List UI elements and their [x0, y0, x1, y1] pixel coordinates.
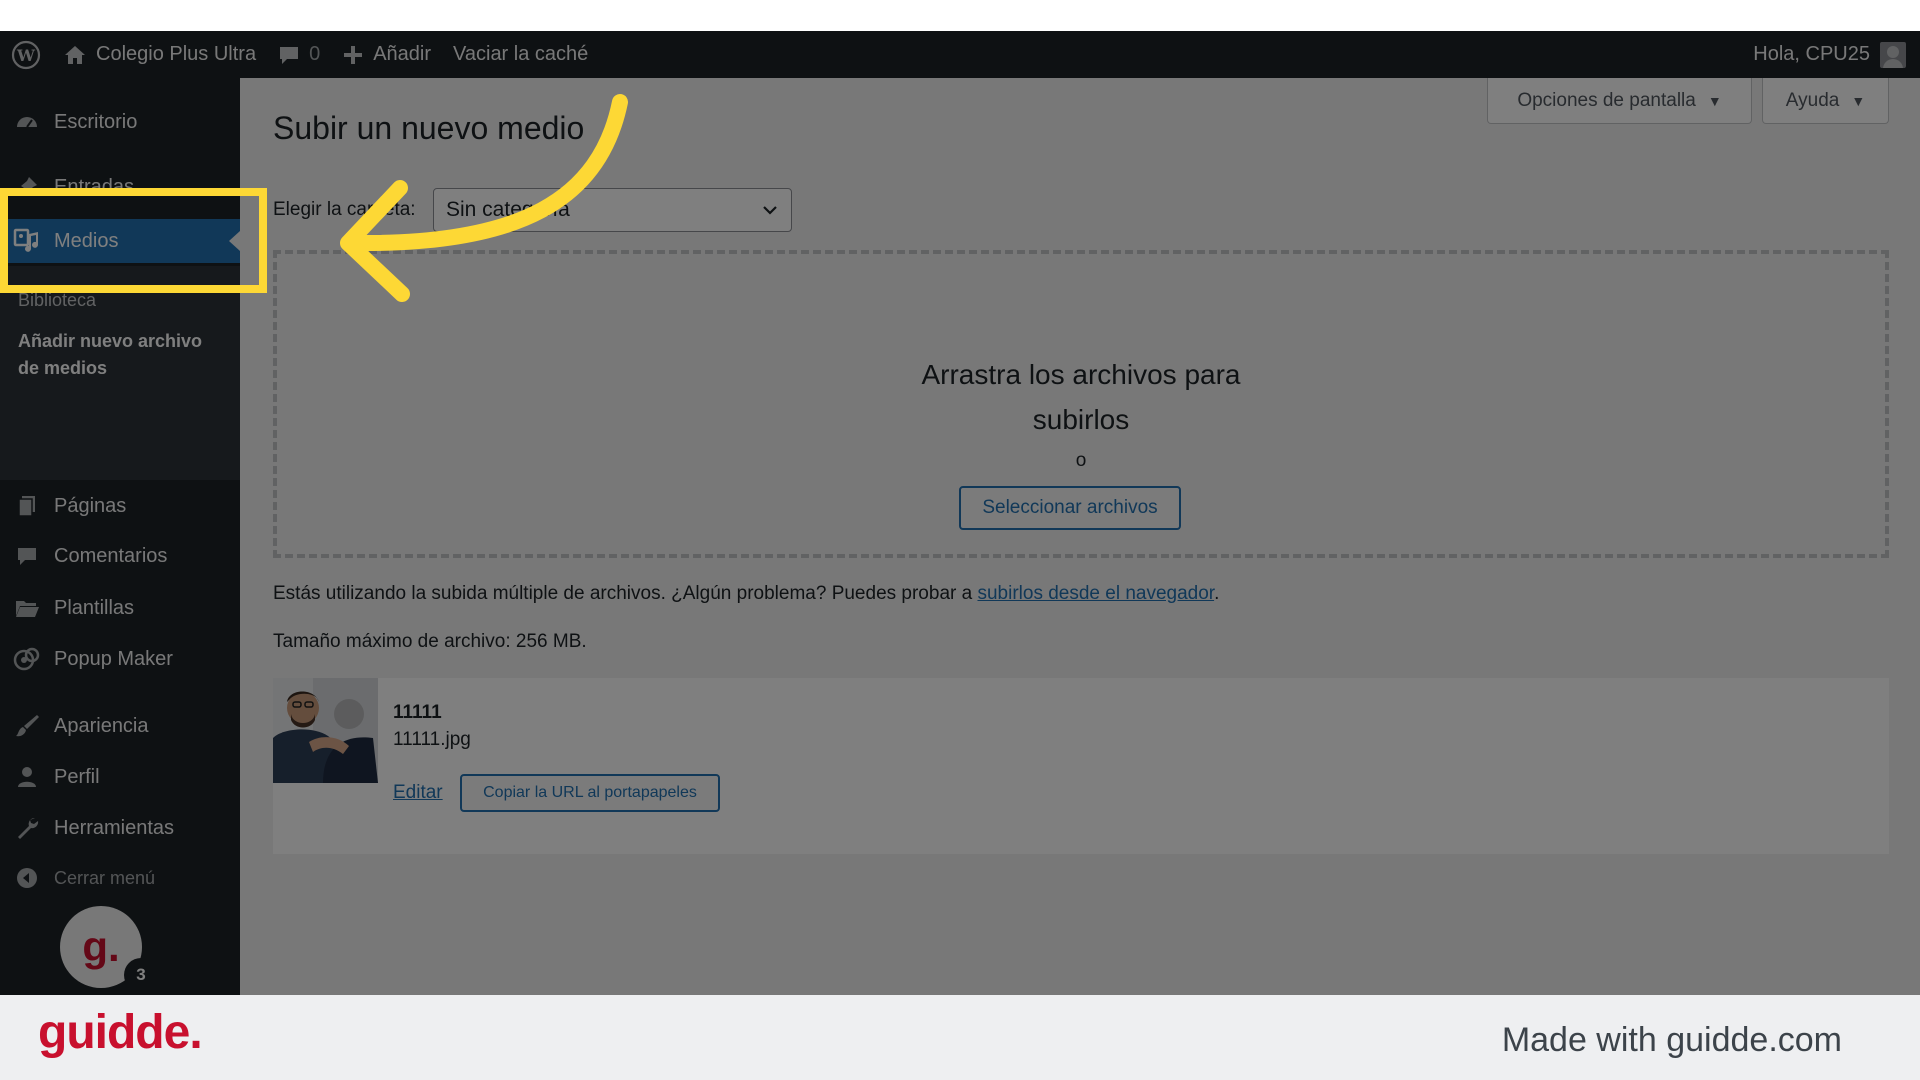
comments-count: 0 [309, 43, 321, 65]
made-with-text: Made with guidde.com [1501, 1021, 1842, 1059]
chevron-down-icon [763, 206, 777, 215]
howdy-text: Hola, CPU25 [1753, 43, 1870, 65]
sidebar-item-label: Escritorio [54, 110, 138, 133]
pages-icon [13, 492, 41, 520]
comment-icon [13, 542, 41, 570]
user-icon [13, 763, 41, 791]
screen-options-label: Opciones de pantalla [1517, 89, 1696, 111]
svg-text:W: W [16, 46, 36, 65]
sidebar-item-label: Popup Maker [54, 647, 173, 670]
brush-icon [13, 712, 41, 740]
select-files-button[interactable]: Seleccionar archivos [959, 486, 1181, 530]
notification-badge: 3 [124, 958, 158, 992]
media-title: 11111 [393, 702, 442, 723]
add-new-link[interactable]: Añadir [331, 31, 442, 78]
highlight-box [0, 188, 267, 293]
wrench-icon [13, 814, 41, 842]
plus-icon [344, 45, 363, 64]
add-new-label: Añadir [373, 43, 432, 65]
drop-zone[interactable]: Arrastra los archivos para subirlos o Se… [273, 250, 1889, 558]
page-title: Subir un nuevo medio [273, 110, 585, 146]
sidebar-item-escritorio[interactable]: Escritorio [0, 100, 240, 144]
sidebar-item-label: Plantillas [54, 596, 135, 619]
comments-link[interactable]: 0 [267, 31, 331, 78]
media-submenu: Biblioteca Añadir nuevo archivo de medio… [0, 266, 240, 480]
account-menu[interactable]: Hola, CPU25 [1742, 31, 1920, 78]
copy-url-button[interactable]: Copiar la URL al portapapeles [460, 774, 720, 812]
max-file-size: Tamaño máximo de archivo: 256 MB. [273, 631, 587, 652]
guidde-logo: guidde. [38, 1006, 203, 1059]
popup-icon [13, 645, 41, 673]
help-button[interactable]: Ayuda ▼ [1762, 78, 1889, 124]
wordpress-logo-button[interactable]: W [0, 31, 52, 78]
media-filename: 11111.jpg [393, 729, 471, 750]
folder-icon [13, 594, 41, 622]
sidebar-collapse-menu[interactable]: Cerrar menú [0, 856, 240, 900]
comment-icon [280, 46, 299, 64]
admin-bar: W Colegio Plus Ultra 0 Añadir Vaciar la … [0, 31, 1920, 78]
sidebar-item-label: Cerrar menú [54, 867, 156, 888]
media-thumbnail [273, 678, 378, 783]
sidebar-item-label: Comentarios [54, 544, 168, 567]
sidebar-item-label: Apariencia [54, 714, 149, 737]
folder-label: Elegir la carpeta: [273, 199, 416, 220]
help-label: Ayuda [1785, 89, 1840, 111]
clear-cache-label: Vaciar la caché [453, 43, 589, 65]
drop-instructions: Arrastra los archivos para subirlos [921, 359, 1241, 435]
uploaded-media-item: 11111 11111.jpg Editar Copiar la URL al … [273, 678, 1889, 854]
guidde-footer: guidde. Made with guidde.com [0, 995, 1920, 1080]
sidebar-item-label: Herramientas [54, 816, 175, 839]
collapse-icon [13, 864, 41, 892]
sidebar-item-perfil[interactable]: Perfil [0, 755, 240, 799]
dashboard-icon [13, 108, 41, 136]
sidebar-item-paginas[interactable]: Páginas [0, 484, 240, 528]
folder-select[interactable]: Sin categoría [433, 188, 792, 232]
drop-or-text: o [1075, 450, 1087, 471]
caret-down-icon: ▼ [1851, 92, 1866, 109]
multi-upload-info: Estás utilizando la subida múltiple de a… [273, 583, 1220, 604]
avatar [1880, 41, 1906, 68]
submenu-item-add-new[interactable]: Añadir nuevo archivo de medios [18, 328, 228, 382]
submenu-item-biblioteca[interactable]: Biblioteca [18, 290, 96, 311]
edit-media-link[interactable]: Editar [393, 782, 443, 804]
main-content: Opciones de pantalla ▼ Ayuda ▼ Subir un nu… [240, 78, 1920, 995]
sidebar-item-apariencia[interactable]: Apariencia [0, 704, 240, 748]
folder-select-value: Sin categoría [446, 198, 570, 221]
sidebar-item-label: Perfil [54, 765, 100, 788]
caret-down-icon: ▼ [1707, 92, 1722, 109]
browser-uploader-link[interactable]: subirlos desde el navegador [977, 583, 1214, 604]
clear-cache-link[interactable]: Vaciar la caché [442, 31, 599, 78]
sidebar-item-popup-maker[interactable]: Popup Maker [0, 637, 240, 681]
sidebar-item-herramientas[interactable]: Herramientas [0, 806, 240, 850]
home-icon [65, 45, 85, 64]
site-name: Colegio Plus Ultra [96, 43, 257, 65]
sidebar-item-comentarios[interactable]: Comentarios [0, 534, 240, 578]
site-name-link[interactable]: Colegio Plus Ultra [52, 31, 267, 78]
sidebar-item-label: Páginas [54, 494, 127, 517]
wordpress-icon: W [11, 40, 41, 69]
screen-options-button[interactable]: Opciones de pantalla ▼ [1487, 78, 1752, 124]
sidebar-item-plantillas[interactable]: Plantillas [0, 586, 240, 630]
